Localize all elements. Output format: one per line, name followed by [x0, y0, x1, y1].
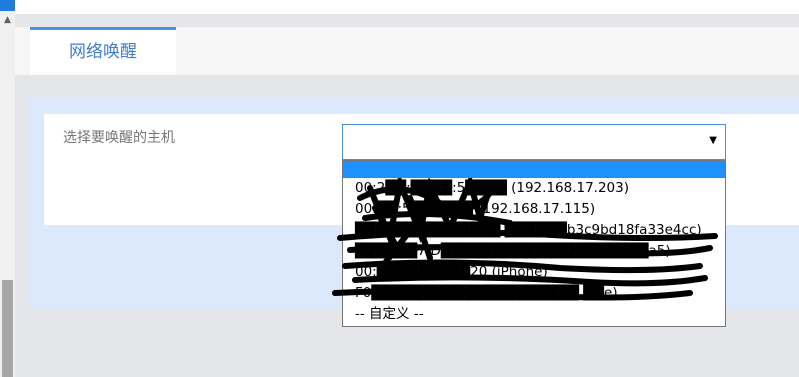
dropdown-option-custom[interactable]: -- 自定义 --: [343, 304, 725, 325]
scrollbar-thumb[interactable]: [2, 280, 13, 377]
triangle-down-icon: ▼: [709, 135, 717, 146]
dropdown-option[interactable]: 00:██:5██████ (192.168.17.115): [343, 199, 725, 220]
tab-wake-on-lan[interactable]: 网络唤醒: [30, 27, 176, 75]
dropdown-option[interactable]: 00:2██:████:5████ (192.168.17.203): [343, 178, 725, 199]
dropdown-option[interactable]: ██████████████ ██████b3c9bd18fa33e4cc): [343, 220, 725, 241]
vertical-scrollbar[interactable]: ▲: [0, 0, 15, 377]
dropdown-option[interactable]: [343, 161, 725, 178]
host-dropdown-list[interactable]: 00:2██:████:5████ (192.168.17.203) 00:██…: [342, 160, 726, 327]
host-select-label: 选择要唤醒的主机: [63, 130, 175, 146]
dropdown-option[interactable]: 00:█████████20 (iPhone): [343, 262, 725, 283]
host-select[interactable]: ▼: [342, 124, 726, 160]
top-strip: [15, 0, 799, 14]
tab-bar: 网络唤醒: [15, 27, 799, 76]
dropdown-option[interactable]: ██████7:D████████████████████a5): [343, 241, 725, 262]
scroll-up-icon[interactable]: ▲: [0, 13, 15, 27]
dropdown-option[interactable]: F0████████████████████ ██e): [343, 283, 725, 304]
scrollbar-top-indicator: [0, 0, 15, 11]
